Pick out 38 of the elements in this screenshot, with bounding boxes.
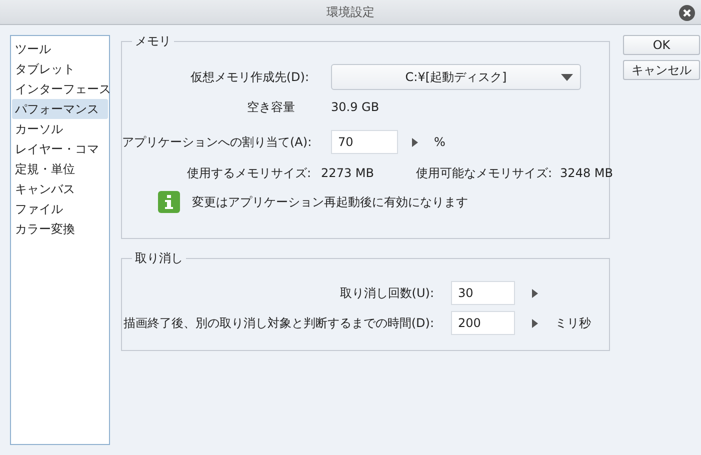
category-item[interactable]: キャンバス [12,179,108,199]
field-label: 描画終了後、別の取り消し対象と判断するまでの時間(D): [122,315,434,332]
used-memory-label: 使用するメモリサイズ: [187,165,312,182]
category-item[interactable]: カーソル [12,119,108,139]
window-title: 環境設定 [326,4,374,21]
dialog-button[interactable]: OK [623,35,700,55]
number-field[interactable]: 200 [451,311,515,335]
category-item[interactable]: ツール [12,39,108,59]
dropdown-caret-icon [561,74,573,81]
group-title: 取り消し [132,250,186,266]
category-item[interactable]: パフォーマンス [12,99,108,119]
used-memory-value: 2273 MB [321,165,374,182]
category-item[interactable]: 定規・単位 [12,159,108,179]
category-item[interactable]: カラー変換 [12,219,108,239]
category-item[interactable]: ファイル [12,199,108,219]
field-label: アプリケーションへの割り当て(A): [122,134,309,151]
field-label: 取り消し回数(U): [338,285,434,302]
arrow-right-icon[interactable] [412,138,418,146]
free-space-value: 30.9 GB [331,99,380,116]
drive-dropdown[interactable]: C:¥[起動ディスク] [331,64,581,90]
unit-label: ミリ秒 [555,315,591,332]
number-field[interactable]: 30 [451,281,515,305]
field-label: 空き容量 [246,99,296,116]
arrow-right-icon[interactable] [532,318,538,328]
info-icon [158,191,180,213]
number-field[interactable]: 70 [331,130,398,154]
close-icon[interactable] [679,5,695,21]
category-item[interactable]: レイヤー・コマ [12,139,108,159]
available-memory-label: 使用可能なメモリサイズ: [416,165,552,182]
group-title: メモリ [132,33,174,49]
field-label: 仮想メモリ作成先(D): [189,69,309,86]
unit-label: % [434,134,446,151]
arrow-right-icon[interactable] [532,288,538,298]
dialog-button[interactable]: キャンセル [623,60,700,80]
category-item[interactable]: タブレット [12,59,108,79]
info-message: 変更はアプリケーション再起動後に有効になります [192,194,468,211]
category-item[interactable]: インターフェース [12,79,108,99]
available-memory-value: 3248 MB [560,165,613,182]
